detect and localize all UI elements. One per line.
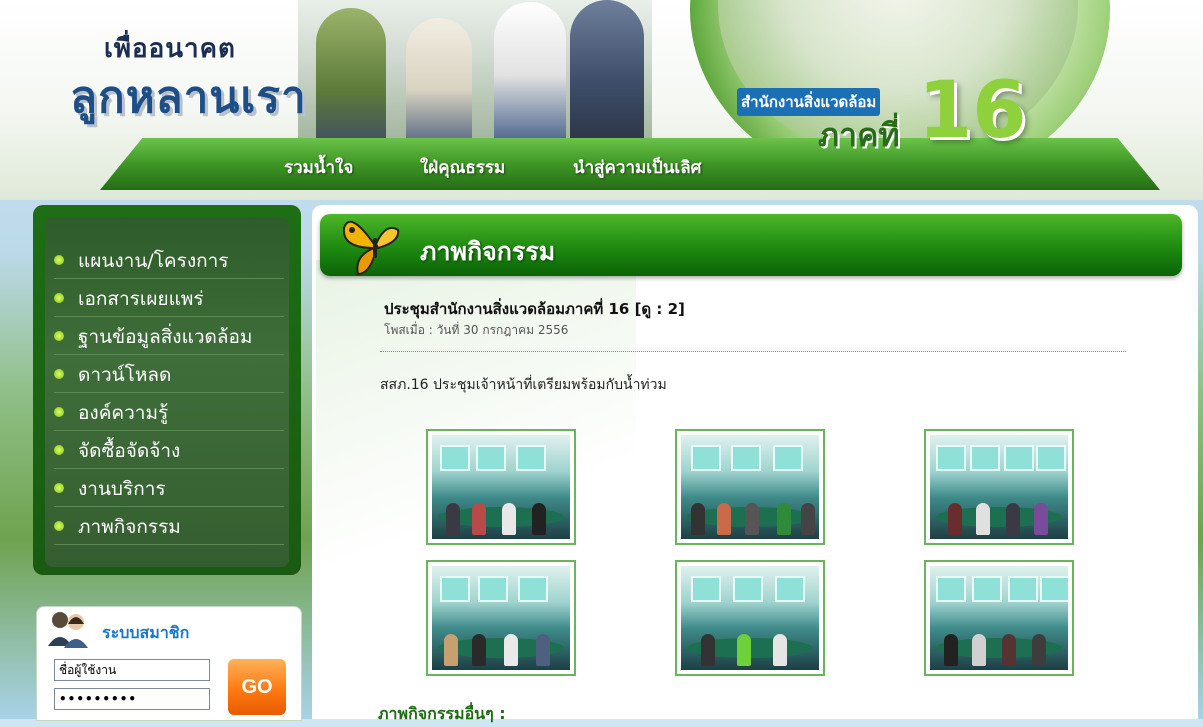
- meeting-photo: [432, 566, 570, 670]
- activity-photo-thumbnail[interactable]: [426, 429, 576, 545]
- sidebar-item-label: จัดซื้อจัดจ้าง: [78, 440, 181, 462]
- bullet-icon: [54, 407, 64, 417]
- sidebar-item-activity-photos[interactable]: ภาพกิจกรรม: [54, 506, 284, 545]
- nav-item-fai-khun-tham[interactable]: ใฝ่คุณธรรม: [420, 154, 505, 181]
- activity-photo-thumbnail[interactable]: [675, 560, 825, 676]
- logo-title: ลูกหลานเรา: [70, 72, 307, 123]
- bullet-icon: [54, 255, 64, 265]
- page-title: ภาพกิจกรรม: [420, 237, 556, 266]
- meeting-photo: [681, 435, 819, 539]
- nav-item-nam-su-khwam-pen-loet[interactable]: นำสู่ความเป็นเลิศ: [573, 154, 701, 181]
- sidebar-item-environment-database[interactable]: ฐานข้อมูลสิ่งแวดล้อม: [54, 316, 284, 355]
- sidebar-item-publications[interactable]: เอกสารเผยแพร่: [54, 278, 284, 317]
- divider: [380, 351, 1126, 352]
- sidebar-item-label: แผนงาน/โครงการ: [78, 250, 229, 272]
- office-region-number: 16: [918, 66, 1027, 156]
- sidebar-item-plans-projects[interactable]: แผนงาน/โครงการ: [54, 240, 284, 279]
- bullet-icon: [54, 445, 64, 455]
- post-body: สสภ.16 ประชุมเจ้าหน้าที่เตรียมพร้อมกับน้…: [380, 377, 667, 393]
- activity-photo-thumbnail[interactable]: [924, 429, 1074, 545]
- activity-photo-thumbnail[interactable]: [426, 560, 576, 676]
- users-icon: [48, 612, 88, 648]
- sidebar-item-label: องค์ความรู้: [78, 402, 169, 424]
- meeting-photo: [930, 566, 1068, 670]
- post-date: โพสเมื่อ : วันที่ 30 กรกฎาคม 2556: [384, 323, 569, 337]
- sidebar-item-label: ฐานข้อมูลสิ่งแวดล้อม: [78, 326, 253, 348]
- header-photo: [298, 0, 652, 148]
- login-go-button[interactable]: GO: [228, 659, 286, 715]
- bullet-icon: [54, 521, 64, 531]
- bullet-icon: [54, 369, 64, 379]
- login-title: ระบบสมาชิก: [102, 623, 190, 642]
- sidebar-item-label: ดาวน์โหลด: [78, 364, 172, 386]
- header-banner: เพื่ออนาคต ลูกหลานเรา สำนักงานสิ่งแวดล้อ…: [0, 0, 1203, 200]
- sidebar-item-procurement[interactable]: จัดซื้อจัดจ้าง: [54, 430, 284, 469]
- butterfly-icon: [342, 220, 400, 276]
- sidebar-item-knowledge[interactable]: องค์ความรู้: [54, 392, 284, 431]
- activity-photo-thumbnail[interactable]: [675, 429, 825, 545]
- bullet-icon: [54, 293, 64, 303]
- meeting-photo: [681, 566, 819, 670]
- other-activities-heading: ภาพกิจกรรมอื่นๆ :: [378, 704, 506, 723]
- meeting-photo: [432, 435, 570, 539]
- bullet-icon: [54, 331, 64, 341]
- username-field[interactable]: [54, 659, 210, 681]
- sidebar-item-label: ภาพกิจกรรม: [78, 516, 181, 538]
- office-region-label: ภาคที่: [818, 116, 900, 154]
- password-field[interactable]: [54, 688, 210, 710]
- post-title: ประชุมสำนักงานสิ่งแวดล้อมภาคที่ 16 [ดู :…: [384, 300, 685, 318]
- bullet-icon: [54, 483, 64, 493]
- sidebar-item-download[interactable]: ดาวน์โหลด: [54, 354, 284, 393]
- activity-photo-thumbnail[interactable]: [924, 560, 1074, 676]
- sidebar-item-label: งานบริการ: [78, 478, 166, 500]
- sidebar-item-services[interactable]: งานบริการ: [54, 468, 284, 507]
- meeting-photo: [930, 435, 1068, 539]
- sidebar-item-label: เอกสารเผยแพร่: [78, 288, 204, 310]
- nav-item-ruam-nam-jai[interactable]: รวมน้ำใจ: [284, 154, 353, 181]
